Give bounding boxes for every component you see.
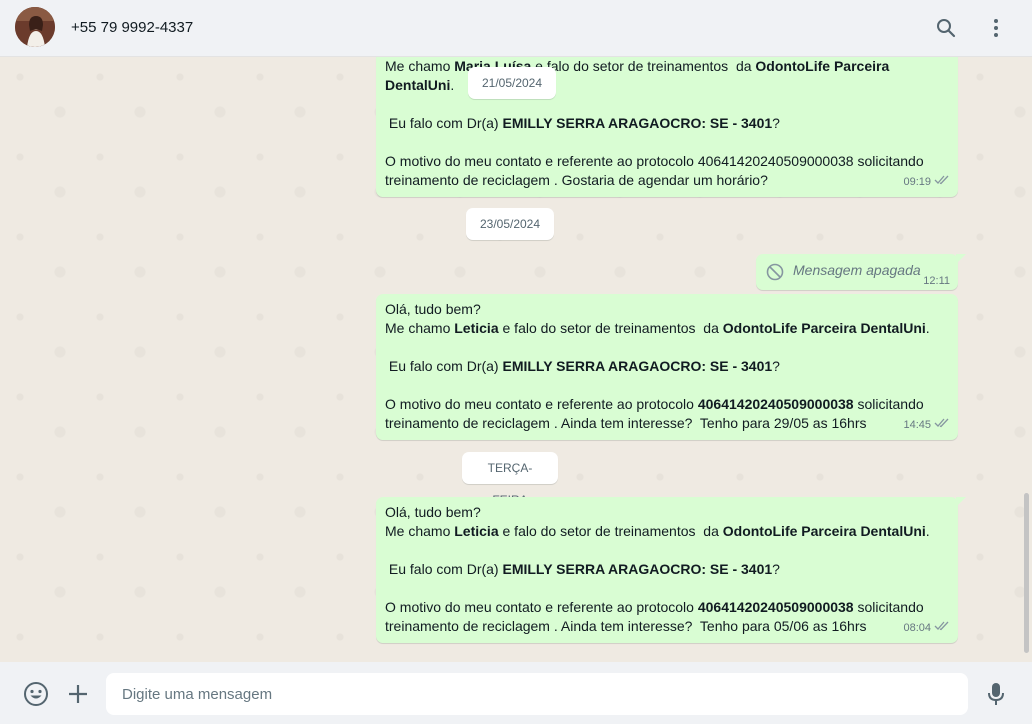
search-icon[interactable] [932,14,960,42]
message-text-segment: Me chamo [385,58,455,74]
message-bubble[interactable]: Olá, tudo bem? Me chamo Leticia e falo do… [376,294,958,440]
message-meta: 12:11 [923,275,950,287]
message-text: Olá, tudo bem? Me chamo Leticia e falo do… [385,300,949,433]
message-text-segment: solicitando [853,599,924,615]
message-line: O motivo do meu contato e referente ao p… [385,395,949,414]
message-text-segment: Me chamo [385,320,455,336]
message-text-segment: Olá, tudo bem? [385,504,481,520]
message-text-segment: O motivo do meu contato e referente ao p… [385,153,924,169]
message-text-segment: . [925,523,930,539]
message-meta: 08:04 [903,619,950,638]
message-time: 12:11 [923,275,950,287]
message-line: Olá, tudo bem? [385,300,949,319]
message-text-segment: e falo do setor de treinamentos da [531,58,756,74]
date-separator: TERÇA-FEIRA [462,452,558,507]
plus-icon[interactable] [64,680,92,708]
message-text-segment: e falo do setor de treinamentos da [498,320,723,336]
read-receipt-icon [934,416,950,435]
message-line [385,338,949,357]
message-line: Eu falo com Dr(a) EMILLY SERRA ARAGAOCRO… [385,560,949,579]
message-text-segment: O motivo do meu contato e referente ao p… [385,396,698,412]
message-meta: 09:19 [903,173,950,192]
contact-name[interactable]: +55 79 9992-4337 [71,19,193,36]
microphone-icon[interactable] [982,680,1010,708]
chat-header: +55 79 9992-4337 [0,0,1032,57]
kebab-menu-icon[interactable] [982,14,1010,42]
deleted-message-text: Mensagem apagada [793,262,921,278]
emoji-icon[interactable] [22,680,50,708]
bold-text: DentalUni [385,77,451,93]
compose-bar [0,662,1032,724]
message-input[interactable] [106,673,968,715]
conversation-panel[interactable]: Me chamo Maria Luísa e falo do setor de … [0,57,1032,662]
bold-text: OdontoLife Parceira [755,58,890,74]
read-receipt-icon [934,619,950,638]
message-text-segment: . [925,320,930,336]
message-bubble[interactable]: Me chamo Maria Luísa e falo do setor de … [376,57,958,197]
deleted-message-bubble[interactable]: Mensagem apagada 12:11 [756,254,966,290]
message-text-segment: treinamento de reciclagem . Ainda tem in… [385,618,867,634]
date-separator: 23/05/2024 [466,208,554,240]
message-text-segment: Eu falo com Dr(a) [385,358,503,374]
bold-text: OdontoLife Parceira DentalUni [722,320,926,336]
bold-text: 40641420240509000038 [697,599,854,615]
message-text-segment: e falo do setor de treinamentos da [498,523,723,539]
bold-text: EMILLY SERRA ARAGAOCRO: SE - 3401 [502,115,773,131]
message-line: O motivo do meu contato e referente ao p… [385,152,949,171]
bold-text: 40641420240509000038 [697,396,854,412]
message-line: Eu falo com Dr(a) EMILLY SERRA ARAGAOCRO… [385,114,949,133]
message-line: O motivo do meu contato e referente ao p… [385,598,949,617]
bubble-tail [956,497,966,507]
message-text-segment: solicitando [853,396,924,412]
bold-text: Leticia [454,523,499,539]
message-text-segment: O motivo do meu contato e referente ao p… [385,599,698,615]
contact-avatar[interactable] [15,7,55,47]
message-line: treinamento de reciclagem . Ainda tem in… [385,617,949,636]
bubble-tail [956,254,966,264]
message-line: treinamento de reciclagem . Ainda tem in… [385,414,949,433]
message-time: 08:04 [903,622,931,634]
blocked-icon [766,263,784,286]
message-text-segment: . [450,77,455,93]
message-text-segment: Eu falo com Dr(a) [385,561,503,577]
message-text-segment: ? [772,561,780,577]
message-text-segment: treinamento de reciclagem . Ainda tem in… [385,415,867,431]
message-line: treinamento de reciclagem . Gostaria de … [385,171,949,190]
bold-text: Leticia [454,320,499,336]
message-time: 14:45 [903,419,931,431]
message-line [385,579,949,598]
message-bubble[interactable]: Olá, tudo bem? Me chamo Leticia e falo do… [376,497,966,643]
chat-scrollbar[interactable] [1024,493,1029,653]
message-line [385,133,949,152]
message-time: 09:19 [903,176,931,188]
date-separator: 21/05/2024 [468,67,556,99]
bold-text: EMILLY SERRA ARAGAOCRO: SE - 3401 [502,358,773,374]
message-line [385,541,949,560]
bold-text: EMILLY SERRA ARAGAOCRO: SE - 3401 [502,561,773,577]
message-text: Olá, tudo bem? Me chamo Leticia e falo do… [385,503,949,636]
message-line [385,95,949,114]
message-text-segment: Me chamo [385,523,455,539]
bold-text: OdontoLife Parceira DentalUni [722,523,926,539]
message-line: Olá, tudo bem? [385,503,949,522]
message-line: Eu falo com Dr(a) EMILLY SERRA ARAGAOCRO… [385,357,949,376]
message-text-segment: Olá, tudo bem? [385,301,481,317]
message-line: Me chamo Leticia e falo do setor de trei… [385,319,949,338]
message-meta: 14:45 [903,416,950,435]
message-text-segment: ? [772,358,780,374]
message-text-segment: treinamento de reciclagem . Gostaria de … [385,172,768,188]
read-receipt-icon [934,173,950,192]
message-line: Me chamo Leticia e falo do setor de trei… [385,522,949,541]
message-line [385,376,949,395]
message-text-segment: Eu falo com Dr(a) [385,115,503,131]
message-text-segment: ? [772,115,780,131]
